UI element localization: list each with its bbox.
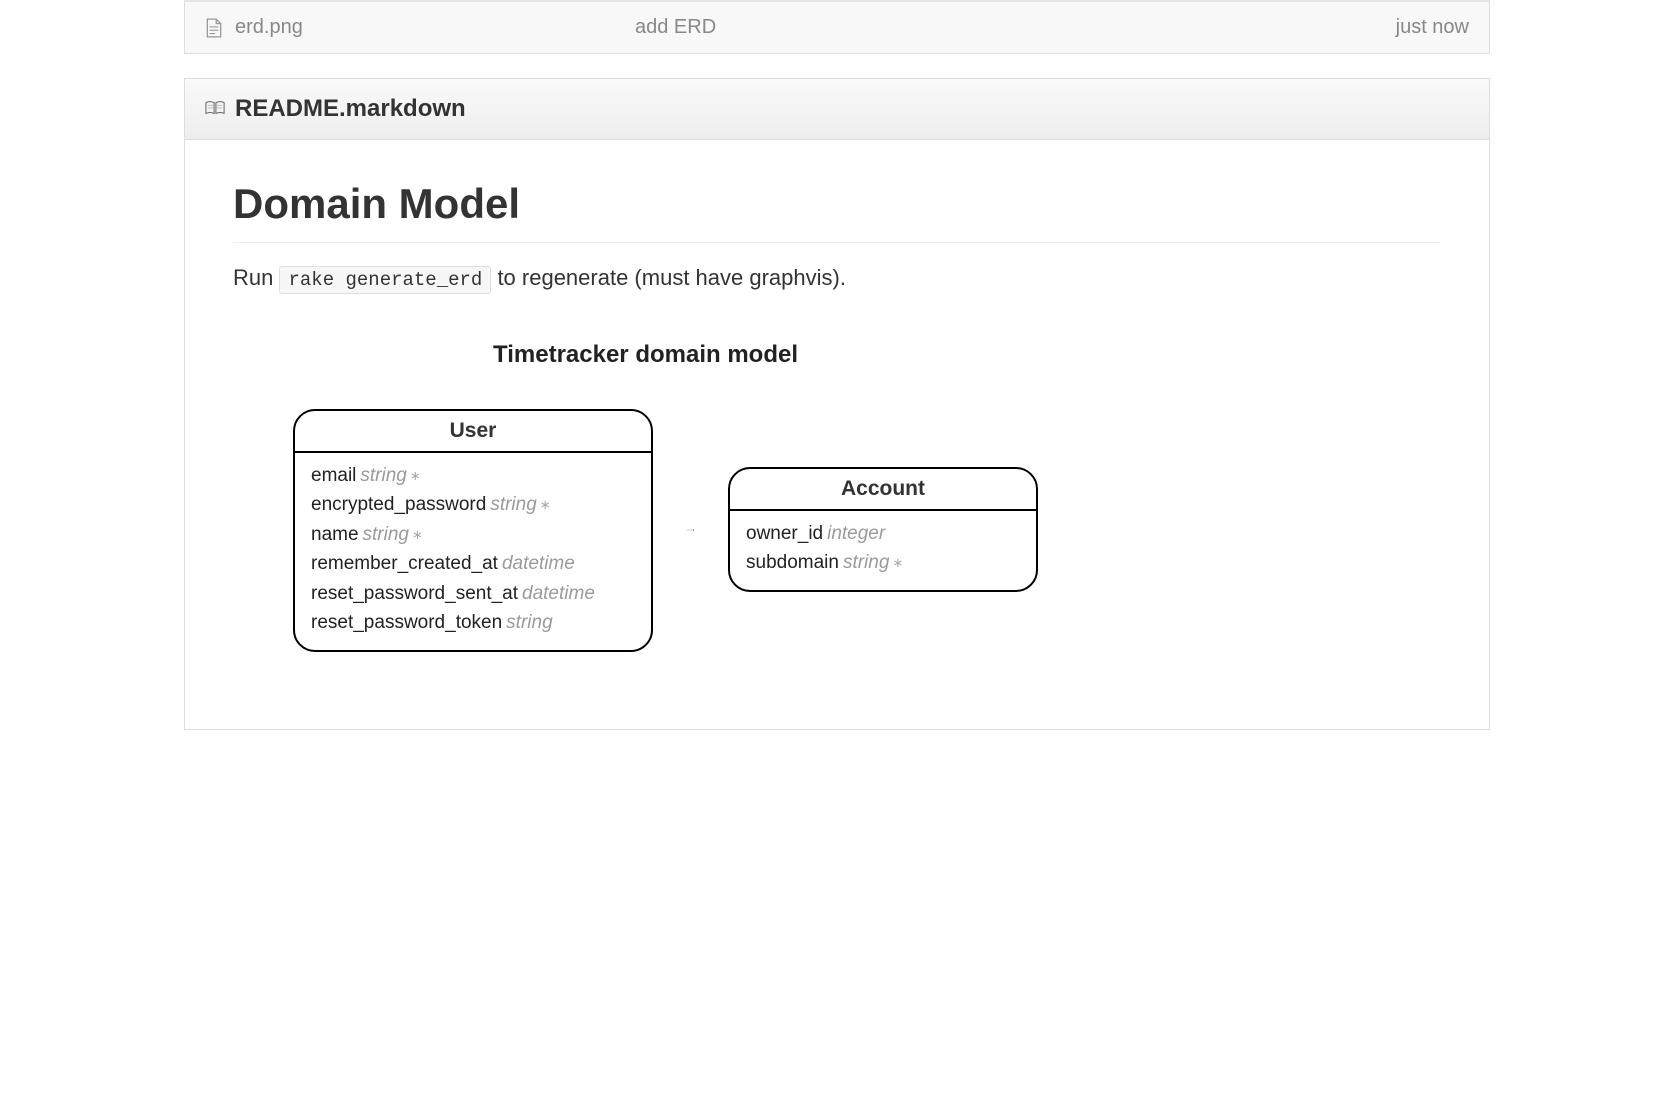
file-icon xyxy=(205,17,223,39)
run-code: rake generate_erd xyxy=(279,266,491,294)
entity-user-attr: encrypted_passwordstring∗ xyxy=(311,490,635,519)
entity-user-title: User xyxy=(295,411,651,453)
readme-filename: README.markdown xyxy=(235,95,466,123)
commit-message[interactable]: add ERD xyxy=(635,16,1396,39)
readme-heading: Domain Model xyxy=(233,180,1441,243)
readme-panel: README.markdown Domain Model Run rake ge… xyxy=(184,78,1490,730)
erd-diagram: Timetracker domain model User emailstrin… xyxy=(233,341,1441,669)
entity-user-attr: reset_password_sent_atdatetime xyxy=(311,579,635,608)
readme-header: README.markdown xyxy=(185,79,1489,140)
entity-account-attr: subdomainstring∗ xyxy=(746,548,1020,577)
entity-account-title: Account xyxy=(730,469,1036,511)
entity-user-attr: namestring∗ xyxy=(311,520,635,549)
entity-user-attr: reset_password_tokenstring xyxy=(311,608,635,637)
entity-user-attr: emailstring∗ xyxy=(311,461,635,490)
file-time: just now xyxy=(1396,16,1469,39)
file-name[interactable]: erd.png xyxy=(235,16,635,39)
run-suffix: to regenerate (must have graphvis). xyxy=(491,265,846,290)
run-prefix: Run xyxy=(233,265,279,290)
relation-arrow-icon xyxy=(653,529,728,531)
erd-title: Timetracker domain model xyxy=(493,341,1441,369)
file-list-row[interactable]: erd.png add ERD just now xyxy=(184,0,1490,54)
entity-user: User emailstring∗ encrypted_passwordstri… xyxy=(293,409,653,652)
readme-run-line: Run rake generate_erd to regenerate (mus… xyxy=(233,265,1441,291)
entity-account-attr: owner_idinteger xyxy=(746,519,1020,548)
readme-body: Domain Model Run rake generate_erd to re… xyxy=(185,140,1489,729)
entity-user-attr: remember_created_atdatetime xyxy=(311,549,635,578)
book-icon xyxy=(205,100,225,118)
entity-account: Account owner_idinteger subdomainstring∗ xyxy=(728,467,1038,592)
